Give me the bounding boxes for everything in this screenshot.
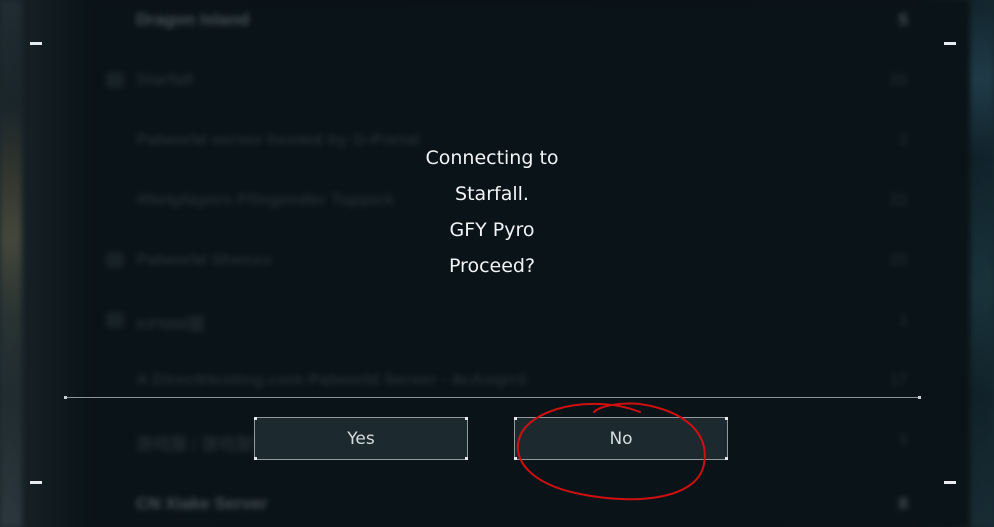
dialog-corner-bottom-right (944, 481, 956, 484)
button-corner (254, 417, 257, 420)
message-line: Starfall. (455, 183, 529, 205)
divider-end-dot (64, 396, 67, 399)
button-corner (254, 457, 257, 460)
yes-button-label: Yes (347, 428, 375, 449)
message-line: Connecting to (425, 147, 559, 169)
button-corner (725, 457, 728, 460)
message-line: GFY Pyro (449, 219, 535, 241)
no-button-label: No (609, 428, 633, 449)
divider-end-dot (918, 396, 921, 399)
button-corner (725, 417, 728, 420)
dialog-corner-top-left (30, 42, 42, 45)
dialog-message: Connecting to Starfall. GFY Pyro Proceed… (292, 140, 692, 284)
message-line: Proceed? (448, 255, 536, 277)
button-corner (465, 417, 468, 420)
button-corner (514, 417, 517, 420)
dialog-corner-bottom-left (30, 481, 42, 484)
button-corner (514, 457, 517, 460)
dialog-corner-top-right (944, 42, 956, 45)
game-screen: Dragon Island 5 Starfall 20 Palworld server … (0, 0, 994, 527)
no-button[interactable]: No (514, 417, 728, 460)
button-corner (465, 457, 468, 460)
yes-button[interactable]: Yes (254, 417, 468, 460)
connect-confirm-dialog: Connecting to Starfall. GFY Pyro Proceed… (30, 35, 956, 493)
dialog-divider (65, 397, 920, 398)
